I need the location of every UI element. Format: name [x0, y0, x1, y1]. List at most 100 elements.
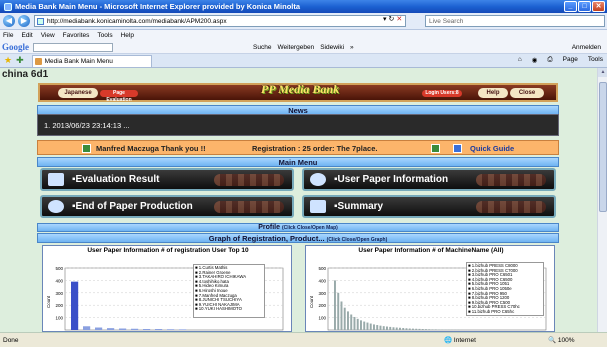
search-input[interactable]: Live Search — [425, 15, 605, 27]
bar — [363, 321, 366, 330]
menu-tools[interactable]: Tools — [97, 32, 112, 39]
google-sidewiki-button[interactable]: Sidewiki — [320, 44, 344, 51]
bar — [402, 328, 405, 330]
tab-page-icon — [34, 57, 42, 65]
home-icon[interactable]: ⌂ — [518, 56, 522, 64]
chart2-legend: ■ 1.bizhub PRESS C8000 ■ 2.bizhub PRESS C… — [466, 262, 544, 316]
page-evaluation-button[interactable]: Page Evaluation — [100, 90, 138, 103]
bar — [119, 328, 127, 330]
graph-note: (Click Close/Open Graph) — [326, 237, 388, 243]
user-paper-information-button[interactable]: ▪User Paper Information — [302, 168, 556, 191]
bar — [167, 329, 175, 330]
bar — [425, 329, 427, 330]
login-users-badge[interactable]: Login Users:8 — [422, 90, 462, 97]
bar — [408, 328, 411, 330]
y-tick-label: 200 — [318, 303, 326, 308]
title-bar: Media Bank Main Menu - Microsoft Interne… — [0, 0, 607, 13]
y-tick-label: 400 — [55, 278, 63, 283]
end-of-paper-production-button[interactable]: ▪End of Paper Production — [40, 195, 294, 218]
scroll-thumb[interactable] — [599, 82, 607, 212]
address-field[interactable]: http://mediabank.konicaminolta.com/media… — [34, 15, 406, 27]
quick-guide-link[interactable]: Quick Guide — [470, 141, 514, 156]
bar — [415, 328, 418, 330]
bar — [334, 280, 336, 330]
graph-title: Graph of Registration, Product... — [208, 234, 325, 243]
menu-favorites[interactable]: Favorites — [63, 32, 90, 39]
bar — [405, 328, 408, 330]
profile-header[interactable]: Profile (Click Close/Open Map) — [37, 223, 559, 232]
summary-button[interactable]: ▪Summary — [302, 195, 556, 218]
close-window-button[interactable]: ✕ — [592, 1, 605, 12]
y-axis-label: Count — [46, 295, 51, 308]
button-decoration — [476, 201, 546, 213]
y-tick-label: 300 — [55, 291, 63, 296]
address-url: http://mediabank.konicaminolta.com/media… — [47, 18, 227, 25]
bar — [369, 323, 372, 330]
quick-guide-icon — [453, 144, 462, 153]
menu-bar: File Edit View Favorites Tools Help — [0, 30, 607, 41]
vertical-scrollbar[interactable]: ▲ — [597, 68, 607, 332]
print-icon[interactable]: ⎙ — [547, 56, 552, 64]
scroll-up-icon[interactable]: ▲ — [598, 68, 607, 77]
main-menu-header: Main Menu — [37, 157, 559, 167]
evaluation-result-button[interactable]: ▪Evaluation Result — [40, 168, 294, 191]
legend-entry: ■ 12.Pagemaster Pro6500 — [468, 314, 542, 315]
minimize-button[interactable]: _ — [564, 1, 577, 12]
bar — [412, 328, 414, 330]
feeds-icon[interactable]: ◉ — [532, 56, 538, 64]
tab-label: Media Bank Main Menu — [44, 57, 113, 65]
site-banner: Japanese Page Evaluation PP Media Bank L… — [38, 83, 558, 103]
button-decoration — [214, 201, 284, 213]
tools-menu[interactable]: Tools — [588, 56, 603, 64]
user-paper-information-label: User Paper Information — [337, 174, 449, 185]
bar — [431, 329, 434, 330]
forward-button[interactable]: ▶ — [18, 15, 30, 27]
menu-view[interactable]: View — [41, 32, 55, 39]
zoom-level[interactable]: 🔍 100% — [548, 336, 575, 344]
google-search-button[interactable]: Suche — [253, 44, 271, 51]
dropdown-icon[interactable]: ▾ — [383, 15, 387, 23]
y-tick-label: 100 — [55, 316, 63, 321]
chart1-legend: ■ 1.Curtis Mathis ■ 2.Rainer Groene ■ 3.TA… — [193, 264, 265, 318]
bar — [421, 329, 424, 330]
stop-icon[interactable]: ✕ — [396, 15, 402, 23]
end-production-icon — [48, 200, 64, 213]
close-button[interactable]: Close — [510, 88, 544, 98]
news-item[interactable]: 1. 2013/06/23 23:14:13 ... — [37, 114, 559, 136]
bar — [143, 329, 151, 330]
chart-machine-name: User Paper Information # of MachineName … — [305, 245, 555, 332]
graph-header[interactable]: Graph of Registration, Product... (Click… — [37, 233, 559, 243]
menu-edit[interactable]: Edit — [21, 32, 32, 39]
bar — [395, 327, 398, 330]
zone-label: Internet — [453, 337, 476, 344]
bar — [337, 292, 340, 330]
address-toolbar: ◀ ▶ http://mediabank.konicaminolta.com/m… — [0, 13, 607, 30]
button-decoration — [476, 174, 546, 186]
google-search-input[interactable] — [33, 42, 113, 52]
maximize-button[interactable]: □ — [578, 1, 591, 12]
tab-media-bank[interactable]: Media Bank Main Menu — [31, 54, 152, 67]
bar — [434, 329, 437, 330]
back-button[interactable]: ◀ — [3, 15, 15, 27]
google-more-button[interactable]: » — [350, 44, 354, 51]
bar — [389, 326, 392, 330]
status-text: Done — [3, 336, 19, 344]
paper-info-icon — [310, 173, 326, 186]
favorites-star-icon[interactable]: ★ — [4, 55, 12, 66]
page-menu[interactable]: Page — [563, 56, 578, 64]
add-favorites-icon[interactable]: ✚ — [16, 55, 24, 66]
refresh-icon[interactable]: ↻ — [389, 15, 395, 23]
evaluation-icon — [48, 173, 64, 186]
menu-help[interactable]: Help — [121, 32, 134, 39]
main-menu-row-1: ▪Evaluation Result ▪User Paper Informati… — [40, 168, 556, 191]
internet-zone: 🌐 Internet — [444, 337, 476, 344]
help-button[interactable]: Help — [478, 88, 508, 98]
google-share-button[interactable]: Weitergeben — [277, 44, 314, 51]
menu-file[interactable]: File — [3, 32, 13, 39]
summary-icon — [310, 200, 326, 213]
google-signin-button[interactable]: Anmelden — [572, 44, 601, 51]
y-tick-label: 200 — [55, 303, 63, 308]
main-menu-row-2: ▪End of Paper Production ▪Summary — [40, 195, 556, 218]
page-heading: china 6d1 — [2, 69, 49, 80]
japanese-button[interactable]: Japanese — [58, 88, 98, 98]
